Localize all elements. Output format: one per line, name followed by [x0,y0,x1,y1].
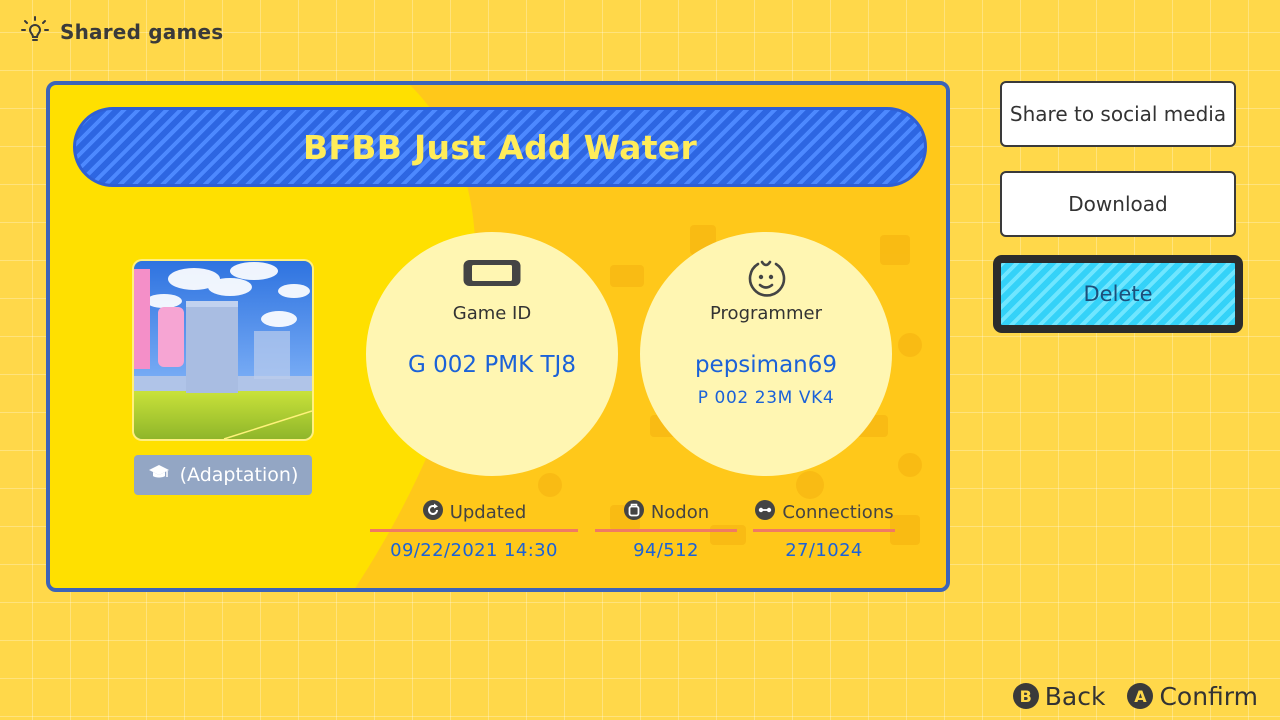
programmer-panel: Programmer pepsiman69 P 002 23M VK4 [640,232,892,476]
game-id-value: G 002 PMK TJ8 [408,352,576,378]
connection-icon [754,499,776,526]
confirm-label: Confirm [1159,681,1258,711]
lightbulb-icon [20,15,50,49]
connections-label: Connections [782,501,894,523]
footer-controls: B Back A Confirm [1012,680,1258,712]
b-button-icon: B [1012,683,1039,709]
page-title: Shared games [60,20,224,44]
confirm-control[interactable]: A Confirm [1127,682,1258,711]
adaptation-label: (Adaptation) [179,464,299,486]
back-control[interactable]: B Back [1012,681,1106,711]
download-button[interactable]: Download [1000,171,1236,237]
nodon-icon [623,499,645,526]
connections-value: 27/1024 [785,540,863,561]
nodon-stat: Nodon 94/512 [595,497,737,561]
adaptation-tag: (Adaptation) [134,455,312,495]
share-button[interactable]: Share to social media [1000,81,1236,147]
updated-underline [370,529,578,532]
a-button-icon: A [1127,683,1154,709]
game-id-panel: Game ID G 002 PMK TJ8 [366,232,618,476]
updated-stat: Updated 09/22/2021 14:30 [370,497,578,561]
updated-label: Updated [449,501,527,523]
updated-value: 09/22/2021 14:30 [390,540,558,561]
game-id-label: Game ID [452,303,532,324]
game-thumbnail [134,261,312,439]
game-title: BFBB Just Add Water [302,127,698,167]
game-title-banner: BFBB Just Add Water [73,107,927,187]
connections-underline [753,529,895,532]
graduation-cap-icon [148,464,170,487]
page-header: Shared games [20,16,223,48]
programmer-id: P 002 23M VK4 [697,388,835,408]
back-label: Back [1044,681,1106,711]
programmer-name: pepsiman69 [694,352,838,378]
switch-console-icon [462,258,522,292]
game-card: BFBB Just Add Water (Adaptation) Game ID… [46,81,950,592]
programmer-face-icon [746,258,786,302]
delete-button[interactable]: Delete [993,255,1243,333]
refresh-icon [422,499,444,526]
nodon-label: Nodon [650,501,710,523]
connections-stat: Connections 27/1024 [753,497,895,561]
nodon-underline [595,529,737,532]
nodon-value: 94/512 [633,540,699,561]
programmer-label: Programmer [710,303,822,324]
